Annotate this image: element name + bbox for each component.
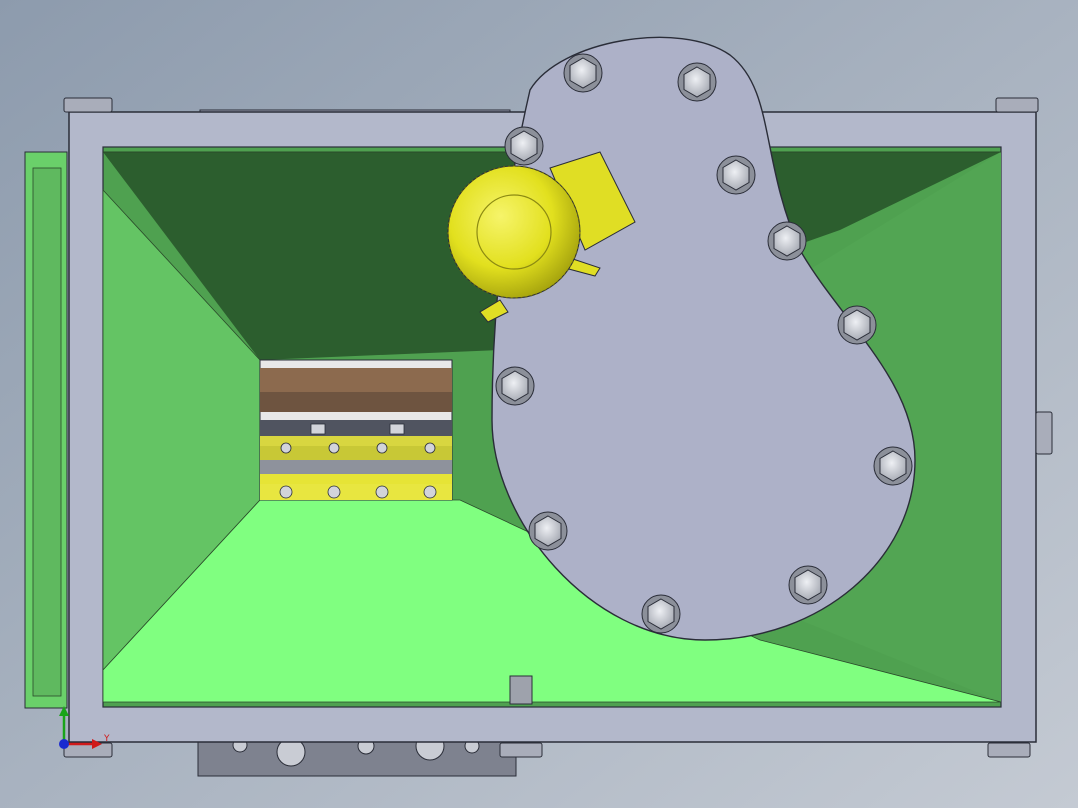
hex-bolt-icon: [873, 446, 913, 486]
hex-bolt-icon: [504, 126, 544, 166]
hex-bolt-icon: [716, 155, 756, 195]
right-side-nut: [1035, 411, 1053, 455]
hex-bolt-icon: [641, 594, 681, 634]
triad-y-label: Y: [103, 734, 110, 744]
hex-bolt-icon: [495, 366, 535, 406]
hex-bolt-icon: [563, 53, 603, 93]
cad-viewport[interactable]: Y: [0, 0, 1078, 808]
hex-bolt-icon: [767, 221, 807, 261]
floor-post: [509, 675, 533, 705]
hex-bolt-icon: [788, 565, 828, 605]
hex-bolt-icon: [528, 511, 568, 551]
cutting-chamber: [259, 359, 453, 501]
hex-bolt-icon: [677, 62, 717, 102]
hex-bolt-icon: [837, 305, 877, 345]
left-flange-inner: [32, 167, 62, 697]
